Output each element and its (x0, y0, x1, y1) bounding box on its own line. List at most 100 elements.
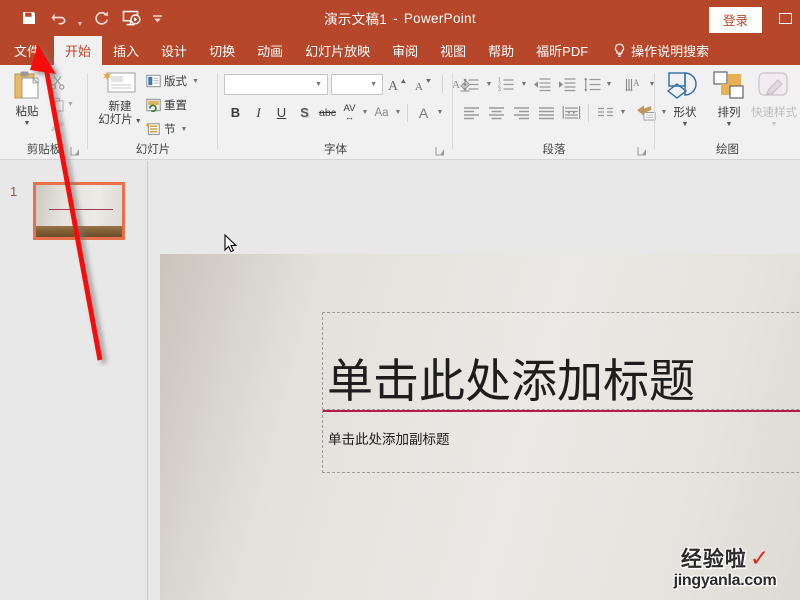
paragraph-row-top: ▼ 123 ▼ ▼ A ▼ (459, 73, 657, 96)
numbering-icon[interactable]: 123 (494, 73, 519, 96)
quick-styles-icon (756, 70, 792, 102)
underline-button[interactable]: U (270, 101, 293, 124)
strikethrough-button[interactable]: abc (316, 101, 339, 124)
undo-dropdown-icon[interactable]: ▼ (74, 2, 86, 35)
reset-button[interactable]: 重置 (146, 93, 199, 117)
distribute-text-icon[interactable] (559, 101, 584, 124)
paste-icon (12, 70, 42, 102)
tab-help[interactable]: 帮助 (477, 36, 525, 65)
paste-button[interactable]: 粘贴 ▼ (6, 70, 48, 127)
mouse-cursor (224, 233, 238, 254)
bullets-dropdown-icon[interactable]: ▼ (484, 73, 494, 96)
new-slide-button[interactable]: 新建 幻灯片 ▼ (96, 70, 144, 127)
restore-window-icon[interactable] (770, 8, 800, 28)
change-case-dropdown-icon[interactable]: ▼ (393, 101, 403, 124)
reset-label: 重置 (164, 100, 187, 112)
columns-icon[interactable] (593, 101, 618, 124)
increase-font-size-icon[interactable]: A (386, 73, 409, 95)
tab-file[interactable]: 文件 (0, 36, 54, 65)
redo-icon[interactable] (86, 5, 116, 31)
quick-styles-button[interactable]: 快速样式 ▼ (749, 70, 799, 128)
sign-in-button[interactable]: 登录 (708, 7, 762, 33)
change-case-button[interactable]: Aa (370, 101, 393, 124)
line-spacing-dropdown-icon[interactable]: ▼ (604, 73, 614, 96)
layout-dropdown-icon[interactable]: ▼ (192, 78, 199, 85)
format-painter-button[interactable] (50, 115, 84, 137)
font-color-dropdown-icon[interactable]: ▼ (435, 101, 445, 124)
shapes-button[interactable]: 形状 ▼ (663, 70, 707, 128)
tab-slideshow[interactable]: 幻灯片放映 (294, 36, 381, 65)
tab-view[interactable]: 视图 (429, 36, 477, 65)
align-left-icon[interactable] (459, 101, 484, 124)
tell-me-search[interactable]: 操作说明搜索 (599, 36, 709, 65)
paragraph-dialog-launcher[interactable] (637, 146, 647, 156)
save-icon[interactable] (14, 5, 44, 31)
quick-styles-label: 快速样式 (751, 107, 797, 119)
arrange-button[interactable]: 排列 ▼ (707, 70, 751, 128)
slide-thumbnail-1[interactable] (33, 182, 125, 240)
tab-insert[interactable]: 插入 (102, 36, 150, 65)
decrease-indent-icon[interactable] (529, 73, 554, 96)
tab-home[interactable]: 开始 (54, 36, 103, 65)
start-slideshow-icon[interactable] (116, 5, 146, 31)
slide-number: 1 (10, 184, 18, 199)
powerpoint-window: ▼ 演示文稿1 - PowerPoint 登录 文件 开始 插入 设计 切换 动… (0, 0, 800, 600)
shadow-button[interactable]: S (293, 101, 316, 124)
justify-icon[interactable] (534, 101, 559, 124)
cut-button[interactable] (50, 71, 84, 93)
title-placeholder[interactable]: 单击此处添加标题 (322, 312, 800, 410)
decrease-font-size-icon[interactable]: A (412, 73, 435, 95)
font-name-dropdown-icon[interactable]: ▼ (315, 81, 322, 88)
columns-dropdown-icon[interactable]: ▼ (618, 101, 628, 124)
paste-dropdown-icon[interactable]: ▼ (24, 120, 31, 127)
font-color-button[interactable]: A (412, 101, 435, 124)
clipboard-dialog-launcher[interactable] (70, 146, 80, 156)
quick-access-toolbar: ▼ (0, 2, 168, 35)
tab-transitions[interactable]: 切换 (198, 36, 246, 65)
section-button[interactable]: 节 ▼ (146, 117, 199, 141)
increase-indent-icon[interactable] (554, 73, 579, 96)
font-size-input[interactable]: ▼ (331, 73, 383, 95)
paste-label: 粘贴 (15, 106, 39, 118)
font-name-input[interactable]: ▼ (224, 73, 328, 95)
watermark-check-icon: ✓ (749, 545, 770, 571)
character-spacing-button[interactable]: AV ↔ (339, 101, 360, 124)
shapes-label: 形状 (673, 107, 697, 119)
align-right-icon[interactable] (509, 101, 534, 124)
shapes-dropdown-icon[interactable]: ▼ (682, 121, 689, 128)
arrange-dropdown-icon[interactable]: ▼ (726, 121, 733, 128)
layout-button[interactable]: 版式 ▼ (146, 69, 199, 93)
bold-button[interactable]: B (224, 101, 247, 124)
customize-qat-icon[interactable] (146, 5, 168, 31)
quick-styles-dropdown-icon[interactable]: ▼ (771, 121, 778, 128)
slide-thumbnail-panel[interactable]: 1 (0, 160, 148, 600)
character-spacing-dropdown-icon[interactable]: ▼ (360, 101, 370, 124)
align-center-icon[interactable] (484, 101, 509, 124)
copy-button[interactable]: ▼ (50, 93, 84, 115)
font-size-dropdown-icon[interactable]: ▼ (370, 81, 377, 88)
subtitle-placeholder[interactable]: 单击此处添加副标题 (322, 410, 800, 473)
undo-icon[interactable] (44, 5, 74, 31)
tab-foxit-pdf[interactable]: 福昕PDF (525, 36, 599, 65)
copy-dropdown-icon[interactable]: ▼ (67, 101, 74, 108)
new-slide-dropdown-icon[interactable]: ▼ (135, 118, 142, 125)
svg-text:3: 3 (498, 87, 501, 92)
numbering-dropdown-icon[interactable]: ▼ (519, 73, 529, 96)
text-direction-icon[interactable]: A (622, 73, 647, 96)
font-dialog-launcher[interactable] (435, 146, 445, 156)
tab-design[interactable]: 设计 (150, 36, 198, 65)
slide-edit-area[interactable]: 单击此处添加标题 单击此处添加副标题 (148, 160, 800, 600)
tab-animations[interactable]: 动画 (246, 36, 294, 65)
tab-review[interactable]: 审阅 (381, 36, 429, 65)
new-slide-label: 新建 幻灯片 ▼ (98, 101, 141, 127)
app-name: PowerPoint (403, 10, 476, 26)
italic-button[interactable]: I (247, 101, 270, 124)
title-separator: - (393, 10, 398, 26)
ribbon-group-slides: 新建 幻灯片 ▼ 版式 ▼ 重置 节 ▼ 幻灯片 (88, 65, 218, 159)
new-slide-label-line1: 新建 (108, 101, 132, 113)
line-spacing-icon[interactable] (579, 73, 604, 96)
watermark-line1-wrap: 经验啦 ✓ (655, 543, 795, 573)
shapes-icon (665, 70, 705, 102)
bullets-icon[interactable] (459, 73, 484, 96)
section-dropdown-icon[interactable]: ▼ (181, 126, 188, 133)
